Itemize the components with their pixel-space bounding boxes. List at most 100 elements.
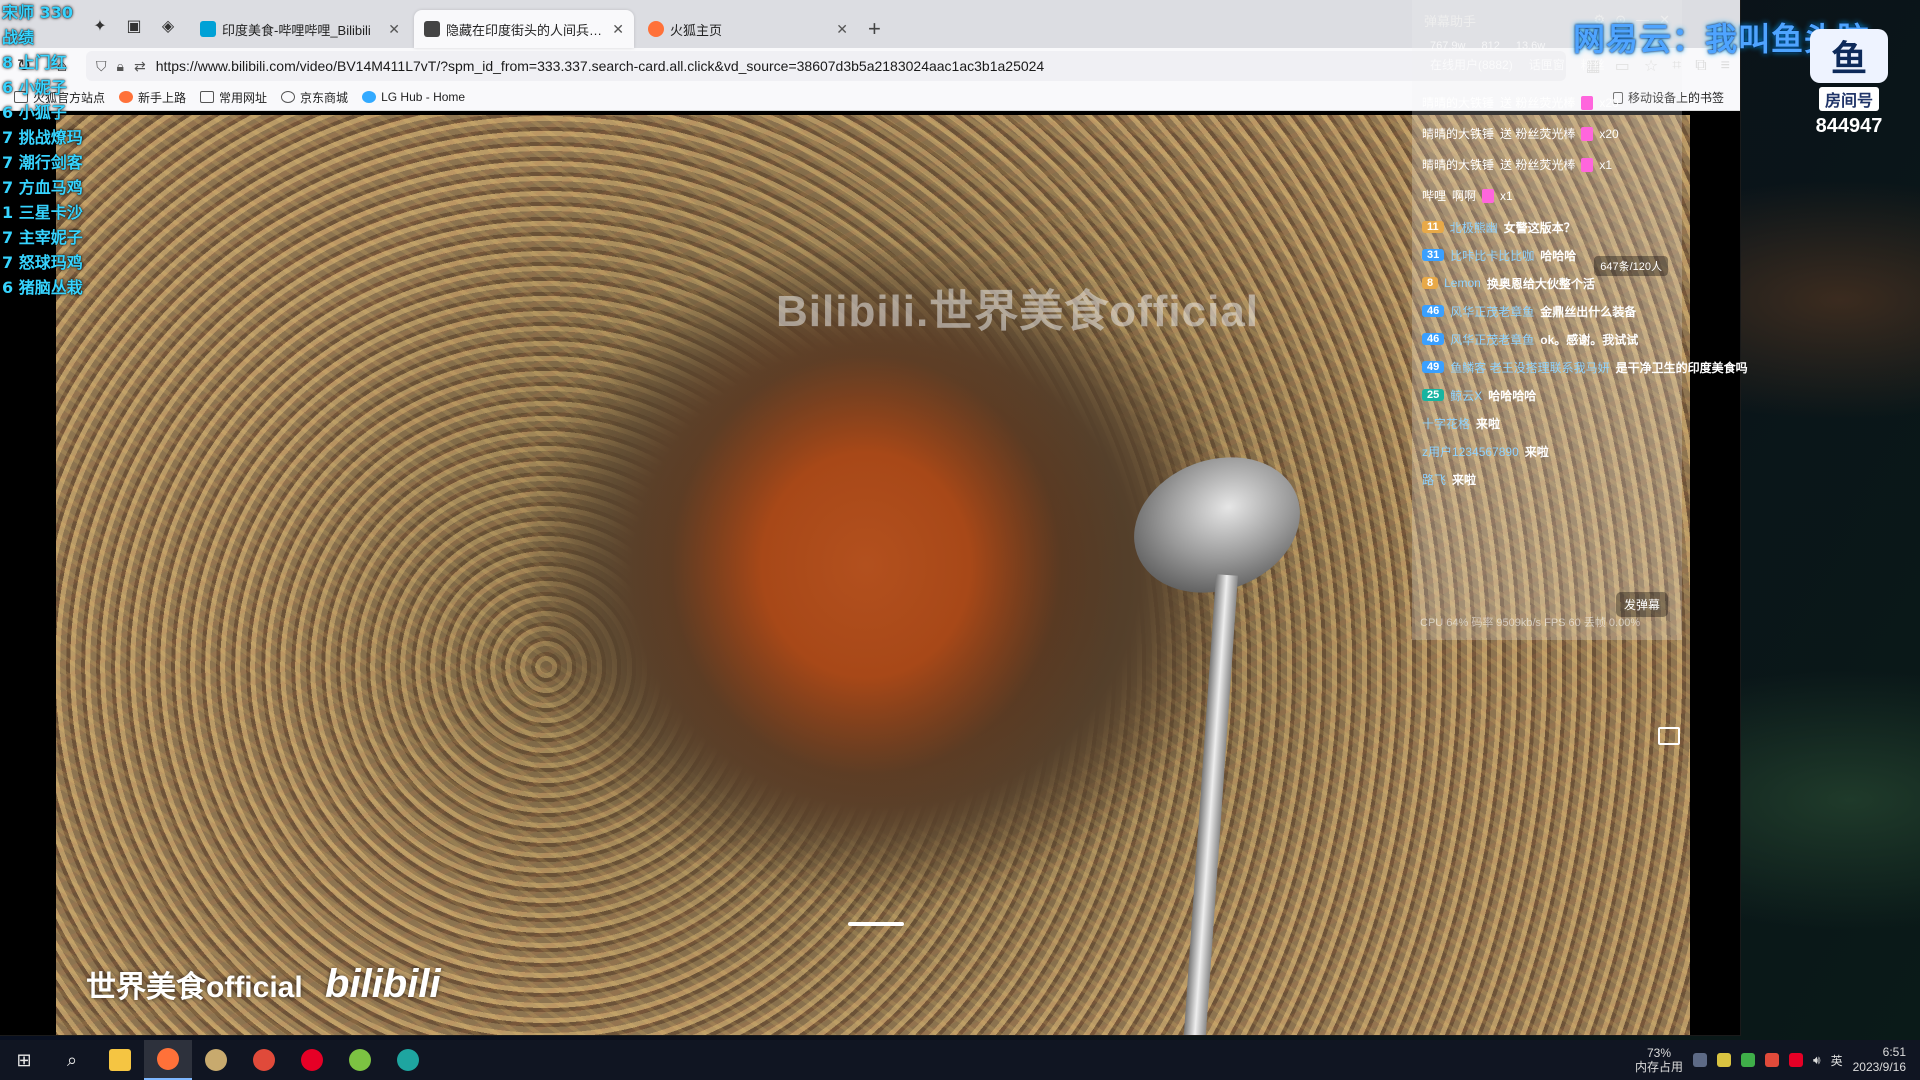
user-name: z用户1234567890: [1422, 444, 1519, 459]
memory-usage[interactable]: 73% 内存占用: [1635, 1046, 1683, 1074]
tray-app-icon[interactable]: [1765, 1053, 1780, 1067]
url-text[interactable]: https://www.bilibili.com/video/BV14M411L…: [156, 58, 1045, 74]
gift-user: 晴晴的大铁锤: [1422, 158, 1495, 172]
globe-icon: [281, 91, 296, 103]
danmaku-row: 11 北极熊幽 女警这版本？: [1422, 213, 1672, 241]
permissions-icon[interactable]: ⇄: [134, 58, 146, 75]
user-name: 比咔比卡比比咖: [1450, 248, 1535, 263]
clock[interactable]: 6:51 2023/9/16: [1853, 1045, 1906, 1075]
close-icon[interactable]: ✕: [612, 21, 624, 38]
danmaku-row: z用户1234567890 来啦: [1422, 437, 1672, 465]
bookmark-label: 新手上路: [138, 90, 187, 105]
channel-name: 世界美食official: [86, 971, 303, 1004]
search-icon[interactable]: ⌕: [48, 1040, 96, 1080]
performance-stats: CPU 64% 码率 9509kb/s FPS 60 丢帧 0.00%: [1420, 617, 1641, 629]
teal-app-icon[interactable]: [384, 1040, 432, 1080]
overlay-line: 6 小狐子: [2, 103, 67, 122]
channel-logo: 世界美食official bilibili: [86, 962, 441, 1007]
message-text: ok。感谢。我试试: [1540, 332, 1639, 347]
bookmark-label: 常用网址: [219, 90, 268, 105]
overlay-line: 7 主宰妮子: [2, 228, 83, 247]
room-label: 房间号: [1818, 87, 1879, 111]
danmaku-row: 路飞 来啦: [1422, 465, 1672, 493]
overlay-line: 7 挑战燎玛: [2, 128, 83, 147]
bookmark-item[interactable]: LG Hub - Home: [362, 90, 465, 104]
firefox-icon: [119, 91, 134, 103]
file-explorer-icon[interactable]: [96, 1040, 144, 1080]
user-name: Lemon: [1444, 276, 1481, 290]
user-name: 鲸云X: [1450, 388, 1483, 403]
folder-icon: [200, 91, 215, 103]
message-text: 是干净卫生的印度美食吗: [1615, 360, 1748, 375]
overlay-line: 7 方血马鸡: [2, 178, 83, 197]
overlay-line: 1 三星卡沙: [2, 203, 83, 222]
gift-action: 啊啊: [1452, 189, 1477, 203]
app-icon[interactable]: ◈: [158, 16, 178, 36]
room-box: 鱼 房间号 844947: [1804, 28, 1894, 138]
user-name: 路飞: [1422, 472, 1447, 487]
tray-app-icon[interactable]: [1789, 1053, 1804, 1067]
gift-icon: [1482, 188, 1495, 203]
windows-taskbar: ⊞ ⌕ 73% 内存占用 🔊︎ 英 6:51 2023/9/16: [0, 1040, 1920, 1080]
calendar-icon[interactable]: ▣: [124, 16, 144, 36]
tray-app-icon[interactable]: [1717, 1053, 1732, 1067]
gift-user: 哔哩: [1422, 189, 1447, 203]
user-name: 北极熊幽: [1449, 220, 1498, 235]
url-bar[interactable]: ⛉ 🔒︎ ⇄ https://www.bilibili.com/video/BV…: [86, 51, 1566, 81]
tab-title: 火狐主页: [670, 22, 723, 38]
stream-record-overlay: 宋师 330 战绩 8 上门红 6 小妮子 6 小狐子 7 挑战燎玛 7 潮行剑…: [0, 0, 120, 300]
message-text: 哈哈哈哈: [1488, 388, 1537, 403]
bookmark-label: LG Hub - Home: [381, 90, 466, 104]
chicken-app-icon[interactable]: [240, 1040, 288, 1080]
level-badge: 31: [1422, 249, 1445, 261]
danmaku-row: 46 风华正茂老章鱼 金鼎丝出什么装备: [1422, 297, 1672, 325]
danmaku-row: 25 鲸云X 哈哈哈哈: [1422, 381, 1672, 409]
gift-count: x1: [1500, 188, 1513, 203]
close-icon[interactable]: ✕: [388, 21, 400, 38]
bookmark-item[interactable]: 常用网址: [200, 89, 267, 106]
tab-firefox-home[interactable]: 火狐主页 ✕: [638, 10, 858, 48]
bilibili-favicon: [200, 21, 216, 37]
new-tab-button[interactable]: +: [868, 16, 881, 48]
message-text: 来啦: [1452, 472, 1477, 487]
volume-icon[interactable]: 🔊︎: [1813, 1053, 1821, 1068]
audio-playing-icon: [424, 21, 440, 37]
danmaku-list: 11 北极熊幽 女警这版本？ 31 比咔比卡比比咖 哈哈哈 8 Lemon 换奥…: [1412, 211, 1748, 495]
message-text: 来啦: [1524, 444, 1549, 459]
netease-music-icon[interactable]: [288, 1040, 336, 1080]
message-text: 换奥恩给大伙整个活: [1486, 276, 1595, 291]
overlay-line: 宋师 330: [2, 3, 73, 22]
tray-app-icon[interactable]: [1693, 1053, 1708, 1067]
tab-title: 印度美食-哔哩哔哩_Bilibili: [222, 22, 371, 38]
system-tray: 73% 内存占用 🔊︎ 英 6:51 2023/9/16: [1635, 1045, 1920, 1075]
tray-app-icon[interactable]: [1741, 1053, 1756, 1067]
picture-in-picture-icon[interactable]: [1658, 727, 1680, 745]
overlay-line: 6 猪脑丛栽: [2, 278, 83, 297]
ime-indicator[interactable]: 英: [1831, 1052, 1843, 1069]
level-badge: 25: [1422, 389, 1445, 401]
memory-label: 内存占用: [1635, 1060, 1684, 1074]
video-watermark: Bilibili.世界美食official: [776, 287, 1260, 336]
league-client-icon[interactable]: [192, 1040, 240, 1080]
bookmark-item[interactable]: 新手上路: [119, 89, 186, 106]
level-badge: 46: [1422, 333, 1445, 345]
bookmark-label: 京东商城: [300, 90, 349, 105]
message-text: 金鼎丝出什么装备: [1540, 304, 1637, 319]
danmaku-row: 46 风华正茂老章鱼 ok。感谢。我试试: [1422, 325, 1672, 353]
close-icon[interactable]: ✕: [836, 21, 848, 38]
tab-video[interactable]: 隐藏在印度街头的人间兵器_哔 ✕: [414, 10, 634, 48]
tab-title: 隐藏在印度街头的人间兵器_哔: [446, 22, 607, 38]
room-logo: 鱼: [1810, 29, 1888, 83]
date-text: 2023/9/16: [1852, 1060, 1906, 1074]
danmaku-row: 49 鱼鳞客 老王没搭理联系我马妍 是干净卫生的印度美食吗: [1422, 353, 1748, 381]
room-number: 844947: [1815, 115, 1883, 137]
bookmark-item[interactable]: 京东商城: [281, 89, 348, 106]
firefox-taskbar-icon[interactable]: [144, 1040, 192, 1080]
green-app-icon[interactable]: [336, 1040, 384, 1080]
user-name: 风华正茂老章鱼: [1450, 332, 1535, 347]
gift-icon: [1581, 157, 1594, 172]
lg-icon: [362, 91, 377, 103]
start-icon[interactable]: ⊞: [0, 1040, 48, 1080]
tab-bilibili-search[interactable]: 印度美食-哔哩哔哩_Bilibili ✕: [190, 10, 410, 48]
user-name: 鱼鳞客 老王没搭理联系我马妍: [1450, 360, 1610, 375]
